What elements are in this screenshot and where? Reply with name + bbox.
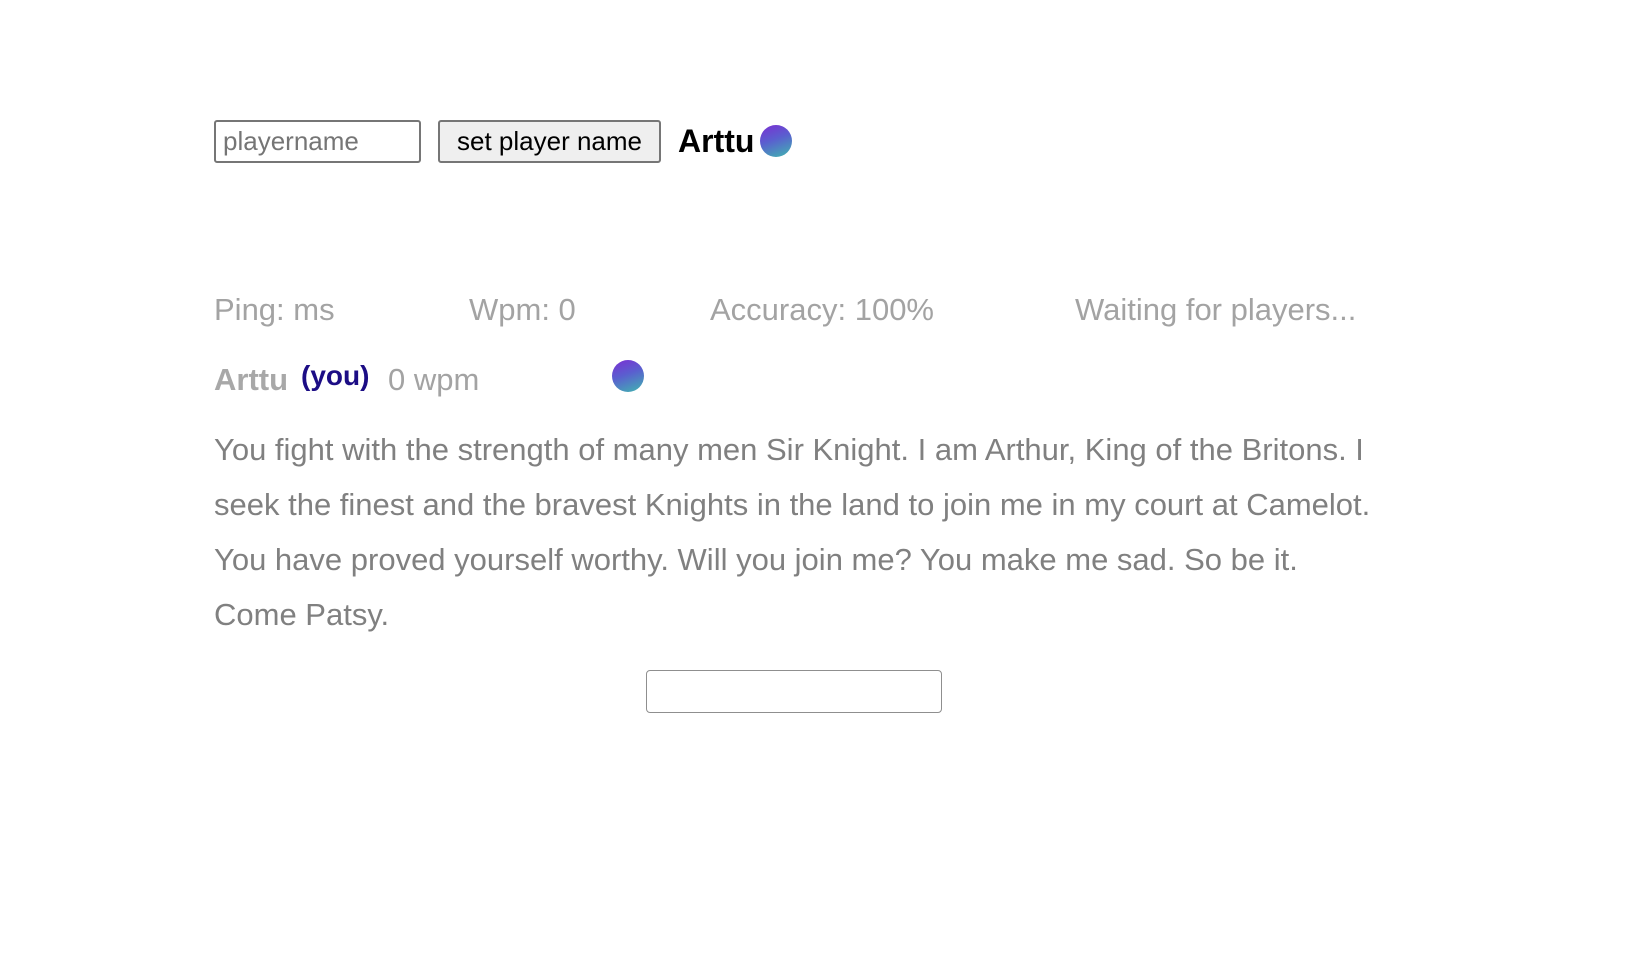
ping-stat: Ping: ms — [214, 292, 335, 327]
player-name-form: set player name Arttu — [214, 119, 793, 163]
player-row-wpm: 0 wpm — [388, 362, 480, 397]
typing-race-page: set player name Arttu Ping: ms Wpm: 0 Ac… — [0, 0, 1646, 962]
wpm-stat: Wpm: 0 — [469, 292, 576, 327]
player-row-name: Arttu — [214, 362, 289, 397]
player-progress-row: Arttu (you) 0 wpm — [214, 360, 1114, 402]
race-status: Waiting for players... — [1075, 292, 1357, 327]
race-stats-bar: Ping: ms Wpm: 0 Accuracy: 100% Waiting f… — [214, 292, 1414, 332]
player-name-input[interactable] — [214, 119, 421, 163]
player-progress-avatar-icon — [612, 360, 644, 392]
you-label: (you) — [301, 360, 370, 391]
set-player-name-button[interactable]: set player name — [438, 119, 661, 163]
typing-input[interactable] — [646, 670, 942, 713]
accuracy-stat: Accuracy: 100% — [710, 292, 934, 327]
player-avatar-icon — [760, 125, 793, 157]
race-passage-text: You fight with the strength of many men … — [214, 432, 1371, 632]
current-player-name: Arttu — [678, 123, 755, 159]
